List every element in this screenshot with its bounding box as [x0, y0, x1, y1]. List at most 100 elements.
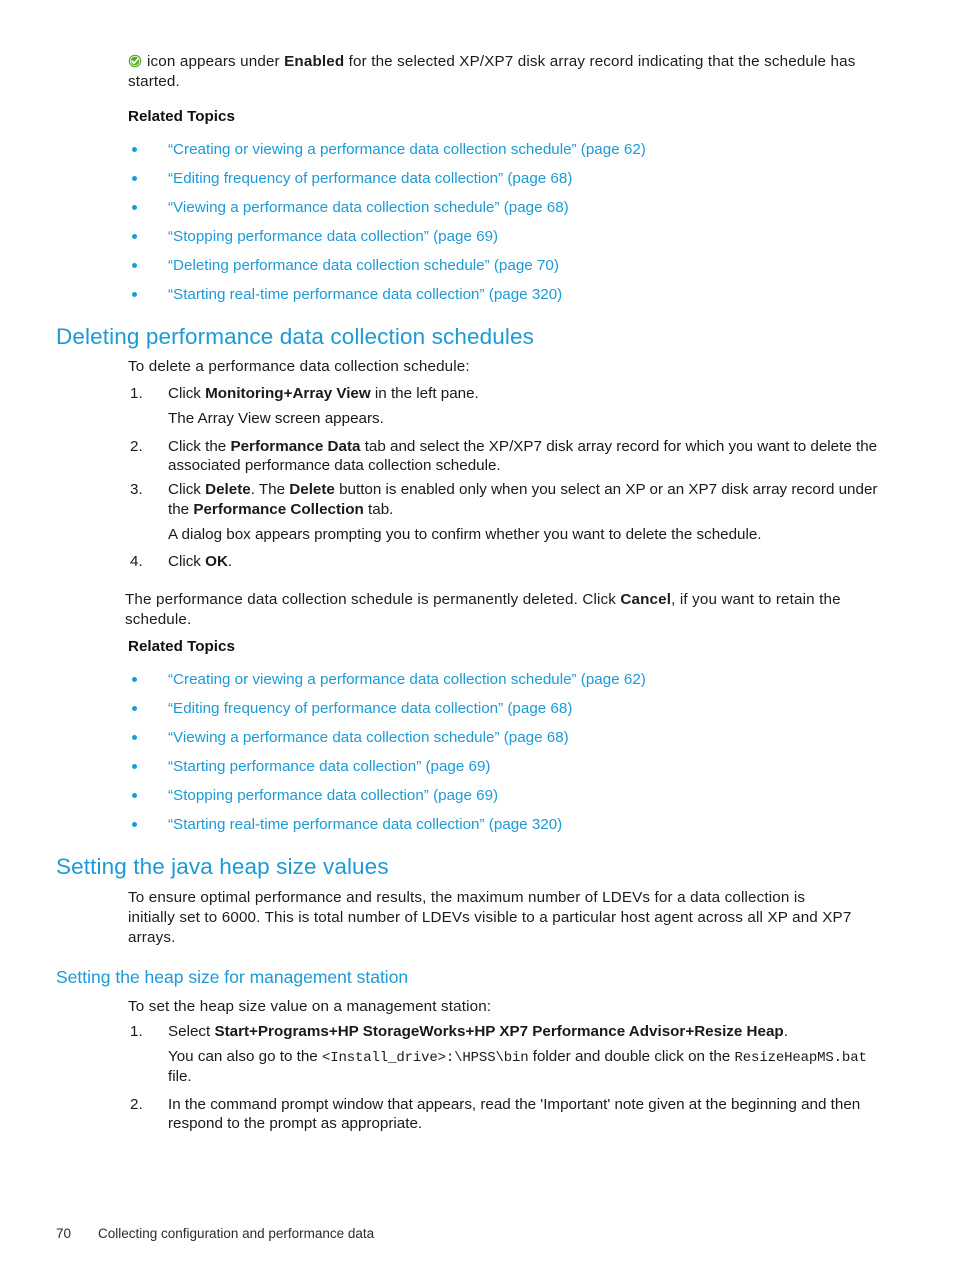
topic-link[interactable]: “Starting performance data collection” (… — [168, 758, 490, 775]
list-item[interactable]: “Creating or viewing a performance data … — [128, 670, 888, 689]
section-heading-deleting: Deleting performance data collection sch… — [56, 324, 534, 349]
bullet-icon — [132, 234, 137, 239]
bullet-icon — [132, 793, 137, 798]
related-topics-list-2: “Creating or viewing a performance data … — [128, 670, 888, 844]
step-1-sub-text: You can also go to the <Install_drive>:\… — [168, 1047, 888, 1087]
deleting-closing-paragraph: The performance data collection schedule… — [125, 590, 885, 630]
intro-text-pre: icon appears under — [147, 53, 285, 70]
list-item[interactable]: “Stopping performance data collection” (… — [128, 786, 888, 805]
step-bold-array-view: Array View — [292, 385, 371, 402]
step-bold-performance-collection: Performance Collection — [193, 500, 364, 518]
footer-chapter-title: Collecting configuration and performance… — [98, 1226, 375, 1241]
bullet-icon — [132, 822, 137, 827]
step-bold-delete-2: Delete — [289, 481, 335, 498]
topic-link[interactable]: “Editing frequency of performance data c… — [168, 700, 572, 717]
step-text-post: . — [227, 553, 233, 571]
step-1-sub-text: The Array View screen appears. — [168, 409, 384, 427]
step-3-sub-text: A dialog box appears prompting you to co… — [168, 525, 762, 543]
topic-link[interactable]: “Starting real-time performance data col… — [168, 286, 562, 303]
sub-text-pre: You can also go to the — [168, 1047, 322, 1065]
step-number: 1. — [130, 1023, 143, 1040]
section-heading-java-heap: Setting the java heap size values — [56, 854, 389, 879]
topic-link[interactable]: “Editing frequency of performance data c… — [168, 170, 572, 187]
deleting-lead-paragraph: To delete a performance data collection … — [128, 358, 470, 375]
step-number: 2. — [130, 437, 143, 455]
step-number: 2. — [130, 1095, 143, 1113]
heap-lead-paragraph: To set the heap size value on a manageme… — [128, 998, 492, 1015]
list-item[interactable]: “Starting performance data collection” (… — [128, 757, 888, 776]
menu-resize-heap: Resize Heap — [694, 1023, 784, 1040]
footer-page-number: 70 — [56, 1226, 72, 1241]
java-heap-paragraph: To ensure optimal performance and result… — [128, 889, 852, 946]
related-topics-label-2: Related Topics — [128, 638, 235, 655]
step-item-3: 3. Click Delete. The Delete button is ena… — [128, 480, 888, 544]
list-item[interactable]: “Editing frequency of performance data c… — [128, 169, 888, 188]
bullet-icon — [132, 764, 137, 769]
step-bold-performance-data: Performance Data — [230, 437, 361, 455]
batch-file-code: ResizeHeapMS.bat — [734, 1049, 867, 1066]
bullet-icon — [132, 677, 137, 682]
topic-link[interactable]: “Stopping performance data collection” (… — [168, 787, 498, 804]
related-topics-list-1: “Creating or viewing a performance data … — [128, 140, 888, 314]
menu-hp-storageworks: HP StorageWorks — [337, 1023, 466, 1040]
topic-link[interactable]: “Deleting performance data collection sc… — [168, 257, 559, 274]
list-item[interactable]: “Starting real-time performance data col… — [128, 285, 888, 304]
document-page: icon appears under Enabled for the selec… — [0, 0, 954, 1271]
list-item[interactable]: “Editing frequency of performance data c… — [128, 699, 888, 718]
list-item[interactable]: “Starting real-time performance data col… — [128, 815, 888, 834]
closing-text-pre: The performance data collection schedule… — [125, 591, 621, 608]
green-check-icon — [128, 54, 142, 68]
install-path-code: <Install_drive>:\HPSS\bin — [321, 1049, 529, 1066]
topic-link[interactable]: “Viewing a performance data collection s… — [168, 729, 569, 746]
step-item-2: 2. In the command prompt window that appe… — [128, 1095, 888, 1135]
topic-link[interactable]: “Creating or viewing a performance data … — [168, 671, 646, 688]
bullet-icon — [132, 706, 137, 711]
page-footer: 70 Collecting configuration and performan… — [56, 1226, 374, 1241]
bullet-icon — [132, 263, 137, 268]
step-text-post: tab. — [363, 500, 394, 518]
sub-text-post: file. — [168, 1067, 192, 1085]
menu-start: Start — [214, 1023, 250, 1040]
step-text-pre: Click — [168, 481, 206, 498]
step-text-post: . — [783, 1023, 788, 1040]
step-item-4: 4. Click OK. — [128, 552, 888, 572]
bullet-icon — [132, 205, 137, 210]
step-item-2: 2. Click the Performance Data tab and sel… — [128, 437, 888, 477]
bullet-icon — [132, 176, 137, 181]
sub-text-mid: folder and double click on the — [528, 1047, 735, 1065]
menu-hp-xp7-performance-advisor: HP XP7 Performance Advisor — [474, 1023, 686, 1040]
related-topics-label-1: Related Topics — [128, 108, 235, 125]
subsection-heading-management-station: Setting the heap size for management sta… — [56, 967, 409, 987]
step-text-pre: Select — [168, 1023, 215, 1040]
step-number: 3. — [130, 481, 143, 498]
intro-text-enabled: Enabled — [284, 53, 345, 70]
step-text-mid1: . The — [250, 481, 290, 498]
intro-paragraph: icon appears under Enabled for the selec… — [128, 52, 876, 92]
topic-link[interactable]: “Creating or viewing a performance data … — [168, 141, 646, 158]
list-item[interactable]: “Stopping performance data collection” (… — [128, 227, 888, 246]
topic-link[interactable]: “Stopping performance data collection” (… — [168, 228, 498, 245]
step-item-1: 1. Select Start+Programs+HP StorageWorks+… — [128, 1022, 888, 1087]
menu-programs: Programs — [257, 1023, 329, 1040]
step-bold-ok: OK — [205, 553, 228, 571]
closing-bold-cancel: Cancel — [620, 591, 672, 608]
list-item[interactable]: “Deleting performance data collection sc… — [128, 256, 888, 275]
list-item[interactable]: “Viewing a performance data collection s… — [128, 728, 888, 747]
step-text-post: in the left pane. — [370, 385, 479, 402]
menu-sep-4: + — [685, 1023, 695, 1040]
topic-link[interactable]: “Starting real-time performance data col… — [168, 816, 562, 833]
heap-steps-list: 1. Select Start+Programs+HP StorageWorks+… — [128, 1022, 888, 1137]
list-item[interactable]: “Creating or viewing a performance data … — [128, 140, 888, 159]
bullet-icon — [132, 735, 137, 740]
step-item-1: 1. Click Monitoring+Array View in the lef… — [128, 384, 888, 429]
topic-link[interactable]: “Viewing a performance data collection s… — [168, 199, 569, 216]
deleting-steps-list: 1. Click Monitoring+Array View in the lef… — [128, 384, 888, 575]
bullet-icon — [132, 292, 137, 297]
menu-sep-1: + — [249, 1023, 258, 1040]
bullet-icon — [132, 147, 137, 152]
step-text-pre: In the command prompt window that appear… — [168, 1095, 861, 1133]
list-item[interactable]: “Viewing a performance data collection s… — [128, 198, 888, 217]
step-number: 4. — [130, 553, 143, 571]
step-number: 1. — [130, 385, 143, 402]
menu-sep-3: + — [465, 1023, 475, 1040]
